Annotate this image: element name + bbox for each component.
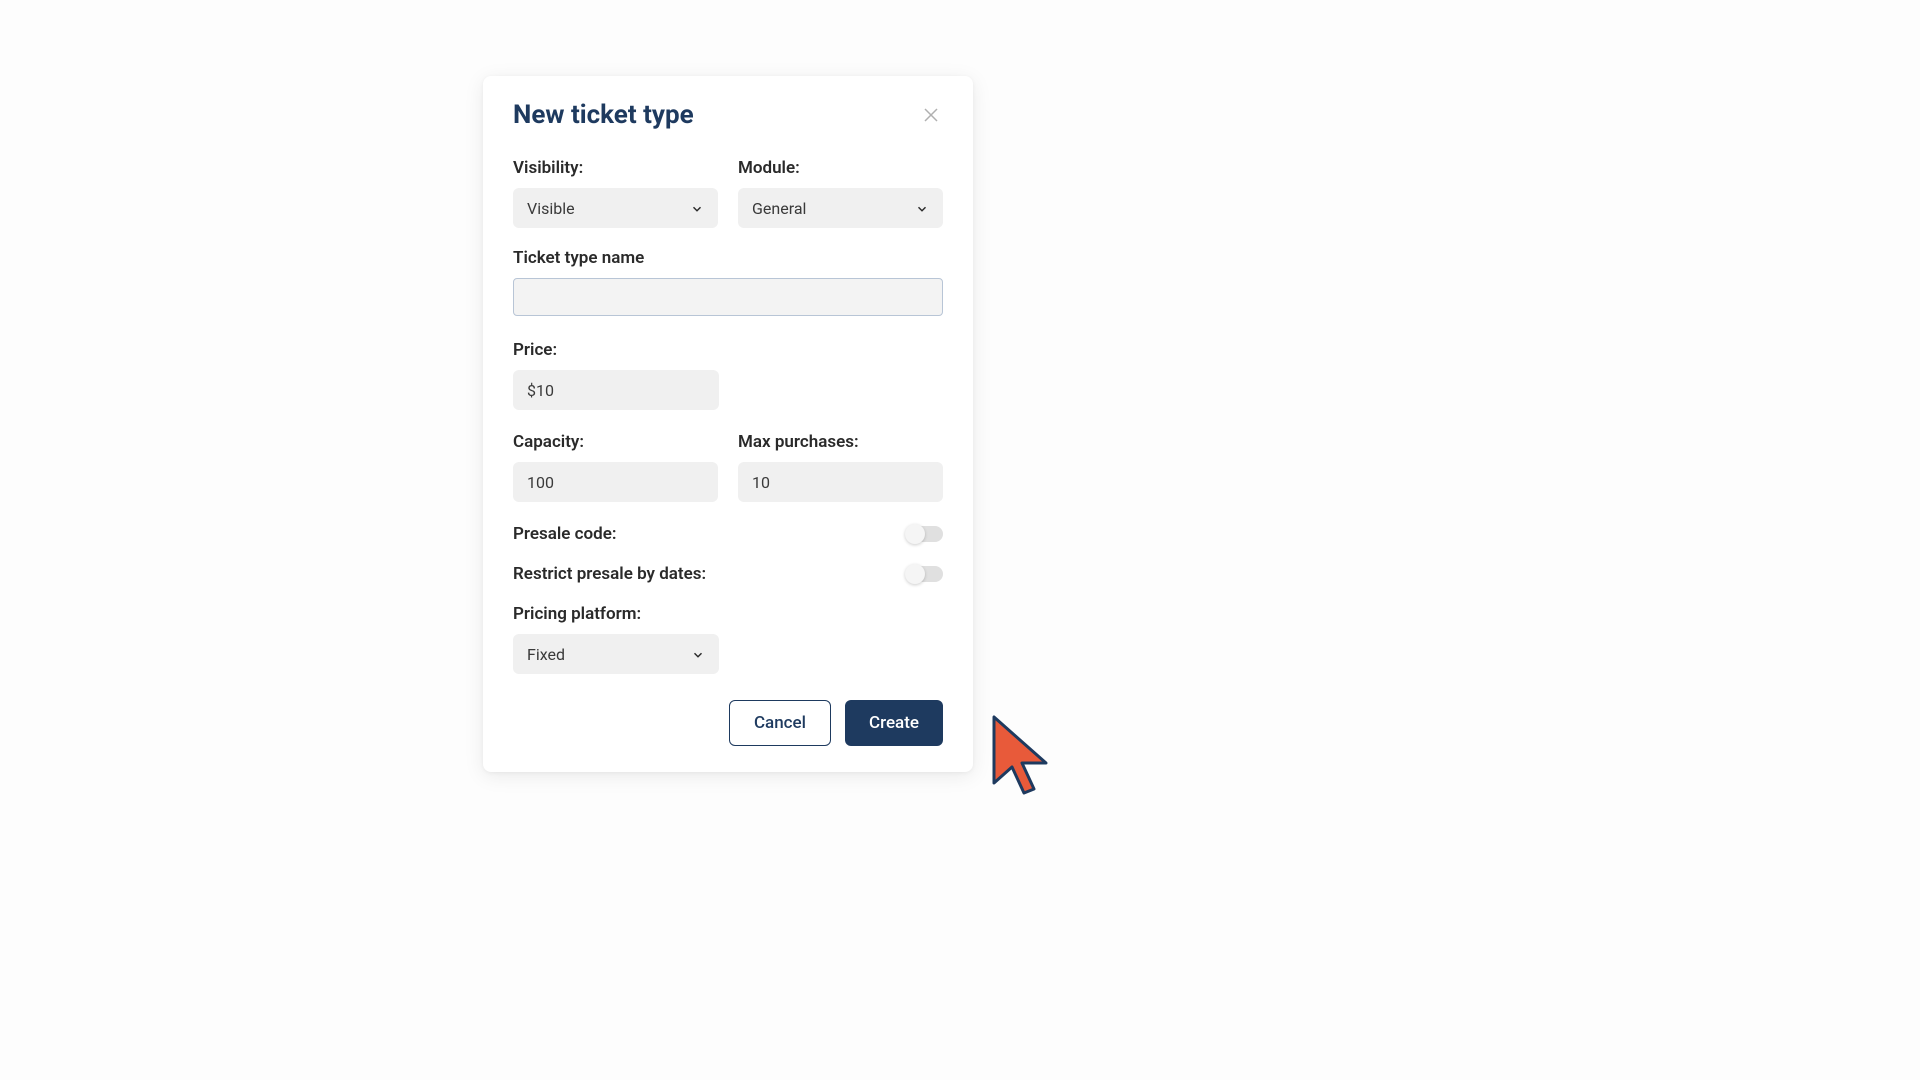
module-select[interactable]: General	[738, 188, 943, 228]
presale-code-toggle[interactable]	[907, 526, 943, 542]
chevron-down-icon	[691, 647, 705, 661]
modal-header: New ticket type	[513, 100, 943, 130]
module-label: Module:	[738, 158, 943, 178]
capacity-input[interactable]: 100	[513, 462, 718, 502]
module-field-group: Module: General	[738, 158, 943, 228]
presale-code-row: Presale code:	[513, 524, 943, 544]
toggle-knob	[905, 564, 925, 584]
max-purchases-input[interactable]: 10	[738, 462, 943, 502]
pricing-platform-field-group: Pricing platform: Fixed	[513, 604, 943, 674]
modal-title: New ticket type	[513, 100, 694, 130]
chevron-down-icon	[915, 201, 929, 215]
max-purchases-label: Max purchases:	[738, 432, 943, 452]
restrict-presale-row: Restrict presale by dates:	[513, 564, 943, 584]
visibility-field-group: Visibility: Visible	[513, 158, 718, 228]
cancel-button[interactable]: Cancel	[729, 700, 831, 746]
pricing-platform-select[interactable]: Fixed	[513, 634, 719, 674]
pricing-platform-value: Fixed	[527, 645, 691, 664]
price-value: $10	[527, 381, 554, 400]
close-icon	[922, 106, 940, 124]
price-input[interactable]: $10	[513, 370, 719, 410]
new-ticket-type-modal: New ticket type Visibility: Visible Modu…	[483, 76, 973, 772]
ticket-name-input[interactable]	[513, 278, 943, 316]
cursor-pointer-icon	[990, 713, 1050, 803]
modal-actions: Cancel Create	[513, 700, 943, 746]
toggle-knob	[905, 524, 925, 544]
max-purchases-value: 10	[752, 473, 770, 492]
presale-code-label: Presale code:	[513, 524, 617, 544]
price-field-group: Price: $10	[513, 340, 943, 410]
capacity-value: 100	[527, 473, 554, 492]
pricing-platform-label: Pricing platform:	[513, 604, 943, 624]
price-label: Price:	[513, 340, 943, 360]
capacity-field-group: Capacity: 100	[513, 432, 718, 502]
max-purchases-field-group: Max purchases: 10	[738, 432, 943, 502]
restrict-presale-toggle[interactable]	[907, 566, 943, 582]
chevron-down-icon	[690, 201, 704, 215]
visibility-value: Visible	[527, 199, 690, 218]
visibility-label: Visibility:	[513, 158, 718, 178]
close-button[interactable]	[919, 103, 943, 127]
create-button[interactable]: Create	[845, 700, 943, 746]
ticket-name-label: Ticket type name	[513, 248, 943, 268]
restrict-presale-label: Restrict presale by dates:	[513, 564, 706, 584]
ticket-name-field-group: Ticket type name	[513, 248, 943, 316]
capacity-label: Capacity:	[513, 432, 718, 452]
visibility-select[interactable]: Visible	[513, 188, 718, 228]
module-value: General	[752, 199, 915, 218]
